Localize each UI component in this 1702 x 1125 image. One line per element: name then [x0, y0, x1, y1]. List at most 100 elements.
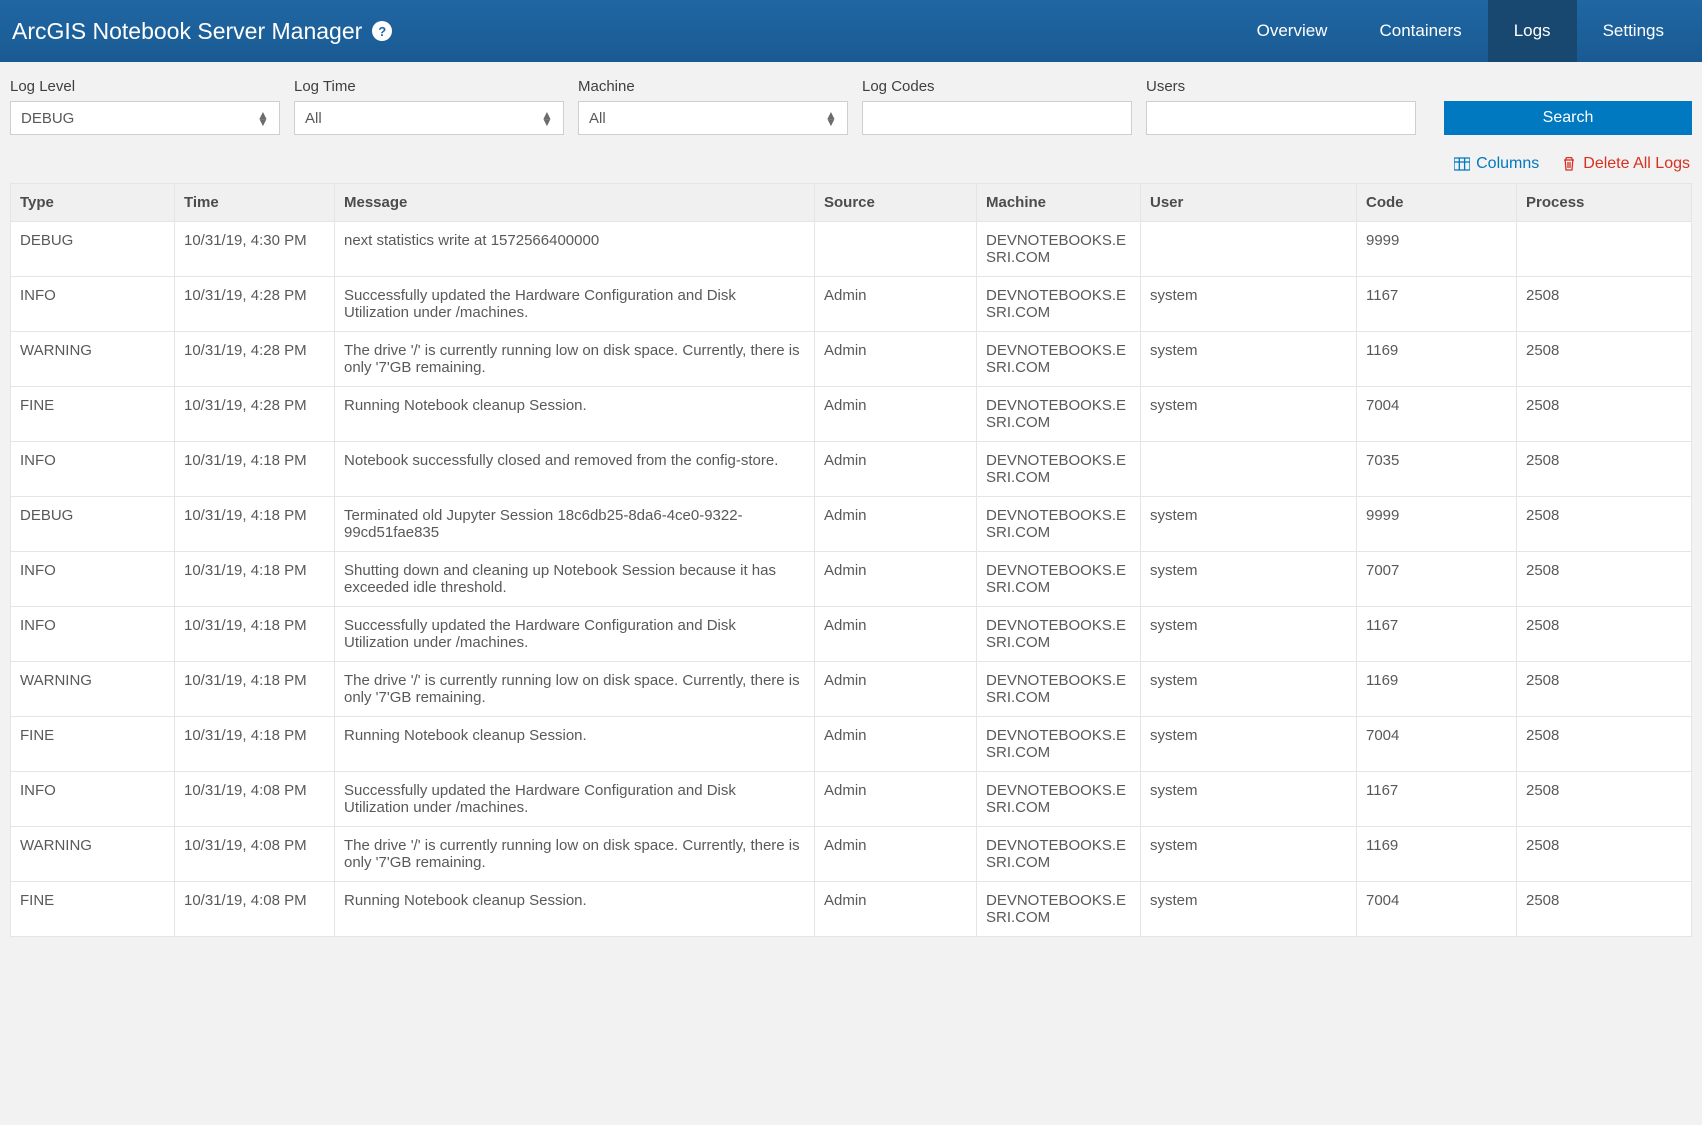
cell-code: 1169 — [1357, 332, 1517, 387]
cell-type: FINE — [11, 717, 175, 772]
cell-time: 10/31/19, 4:30 PM — [175, 222, 335, 277]
table-row: DEBUG10/31/19, 4:18 PMTerminated old Jup… — [11, 497, 1692, 552]
cell-process: 2508 — [1517, 882, 1692, 937]
cell-source: Admin — [815, 882, 977, 937]
cell-user: system — [1141, 882, 1357, 937]
cell-code: 7035 — [1357, 442, 1517, 497]
th-user[interactable]: User — [1141, 184, 1357, 222]
cell-time: 10/31/19, 4:18 PM — [175, 607, 335, 662]
nav-overview[interactable]: Overview — [1231, 0, 1354, 62]
cell-user — [1141, 442, 1357, 497]
input-log-codes[interactable] — [862, 101, 1132, 135]
cell-source: Admin — [815, 277, 977, 332]
cell-machine: DEVNOTEBOOKS.ESRI.COM — [977, 882, 1141, 937]
cell-source: Admin — [815, 662, 977, 717]
th-code[interactable]: Code — [1357, 184, 1517, 222]
top-nav-right: Overview Containers Logs Settings — [1231, 0, 1690, 62]
logs-table-wrap: Type Time Message Source Machine User Co… — [10, 183, 1692, 937]
th-source[interactable]: Source — [815, 184, 977, 222]
cell-time: 10/31/19, 4:28 PM — [175, 332, 335, 387]
cell-process: 2508 — [1517, 607, 1692, 662]
columns-label: Columns — [1476, 155, 1539, 173]
filter-log-codes: Log Codes — [862, 78, 1132, 135]
table-row: INFO10/31/19, 4:18 PMShutting down and c… — [11, 552, 1692, 607]
cell-time: 10/31/19, 4:28 PM — [175, 387, 335, 442]
cell-code: 1167 — [1357, 607, 1517, 662]
cell-user: system — [1141, 387, 1357, 442]
cell-source: Admin — [815, 552, 977, 607]
table-row: WARNING10/31/19, 4:18 PMThe drive '/' is… — [11, 662, 1692, 717]
cell-message: Terminated old Jupyter Session 18c6db25-… — [335, 497, 815, 552]
cell-type: INFO — [11, 772, 175, 827]
cell-source: Admin — [815, 717, 977, 772]
cell-machine: DEVNOTEBOOKS.ESRI.COM — [977, 277, 1141, 332]
cell-source: Admin — [815, 827, 977, 882]
cell-time: 10/31/19, 4:28 PM — [175, 277, 335, 332]
select-log-level-value: DEBUG — [21, 110, 257, 127]
cell-process: 2508 — [1517, 442, 1692, 497]
cell-process: 2508 — [1517, 717, 1692, 772]
cell-message: Running Notebook cleanup Session. — [335, 717, 815, 772]
cell-process: 2508 — [1517, 387, 1692, 442]
filter-label-log-time: Log Time — [294, 78, 564, 95]
cell-message: The drive '/' is currently running low o… — [335, 662, 815, 717]
trash-icon — [1561, 156, 1577, 172]
cell-type: WARNING — [11, 662, 175, 717]
cell-user: system — [1141, 552, 1357, 607]
help-icon[interactable]: ? — [372, 21, 392, 41]
cell-time: 10/31/19, 4:18 PM — [175, 662, 335, 717]
cell-message: next statistics write at 1572566400000 — [335, 222, 815, 277]
cell-source: Admin — [815, 442, 977, 497]
search-button[interactable]: Search — [1444, 101, 1692, 135]
chevron-updown-icon: ▲▼ — [825, 111, 837, 125]
cell-message: Successfully updated the Hardware Config… — [335, 277, 815, 332]
delete-all-link[interactable]: Delete All Logs — [1561, 155, 1690, 173]
th-process[interactable]: Process — [1517, 184, 1692, 222]
nav-containers[interactable]: Containers — [1353, 0, 1487, 62]
select-log-time[interactable]: All ▲▼ — [294, 101, 564, 135]
table-row: WARNING10/31/19, 4:28 PMThe drive '/' is… — [11, 332, 1692, 387]
cell-time: 10/31/19, 4:08 PM — [175, 882, 335, 937]
th-time[interactable]: Time — [175, 184, 335, 222]
logs-table-body: DEBUG 10/31/19, 4:30 PMnext statistics wr… — [11, 222, 1692, 937]
cell-time: 10/31/19, 4:18 PM — [175, 717, 335, 772]
cell-machine: DEVNOTEBOOKS.ESRI.COM — [977, 222, 1141, 277]
cell-process — [1517, 222, 1692, 277]
th-machine[interactable]: Machine — [977, 184, 1141, 222]
nav-settings[interactable]: Settings — [1577, 0, 1690, 62]
cell-type: INFO — [11, 442, 175, 497]
input-users[interactable] — [1146, 101, 1416, 135]
cell-time: 10/31/19, 4:18 PM — [175, 552, 335, 607]
filter-log-time: Log Time All ▲▼ — [294, 78, 564, 135]
cell-process: 2508 — [1517, 552, 1692, 607]
th-type[interactable]: Type — [11, 184, 175, 222]
chevron-updown-icon: ▲▼ — [257, 111, 269, 125]
cell-source: Admin — [815, 772, 977, 827]
th-message[interactable]: Message — [335, 184, 815, 222]
cell-process: 2508 — [1517, 332, 1692, 387]
cell-type: FINE — [11, 882, 175, 937]
cell-code: 7004 — [1357, 387, 1517, 442]
cell-message: Shutting down and cleaning up Notebook S… — [335, 552, 815, 607]
filter-label-users: Users — [1146, 78, 1416, 95]
cell-machine: DEVNOTEBOOKS.ESRI.COM — [977, 607, 1141, 662]
columns-link[interactable]: Columns — [1454, 155, 1539, 173]
cell-source: Admin — [815, 387, 977, 442]
cell-code: 9999 — [1357, 222, 1517, 277]
cell-code: 9999 — [1357, 497, 1517, 552]
cell-type: WARNING — [11, 827, 175, 882]
filter-users: Users — [1146, 78, 1416, 135]
filter-label-machine: Machine — [578, 78, 848, 95]
cell-message: Successfully updated the Hardware Config… — [335, 772, 815, 827]
cell-machine: DEVNOTEBOOKS.ESRI.COM — [977, 332, 1141, 387]
cell-time: 10/31/19, 4:08 PM — [175, 827, 335, 882]
table-row: INFO10/31/19, 4:18 PMSuccessfully update… — [11, 607, 1692, 662]
cell-user: system — [1141, 717, 1357, 772]
nav-logs[interactable]: Logs — [1488, 0, 1577, 62]
app-title: ArcGIS Notebook Server Manager — [12, 18, 362, 45]
table-row: FINE10/31/19, 4:28 PMRunning Notebook cl… — [11, 387, 1692, 442]
select-machine[interactable]: All ▲▼ — [578, 101, 848, 135]
cell-type: DEBUG — [11, 497, 175, 552]
select-log-level[interactable]: DEBUG ▲▼ — [10, 101, 280, 135]
cell-code: 1169 — [1357, 827, 1517, 882]
